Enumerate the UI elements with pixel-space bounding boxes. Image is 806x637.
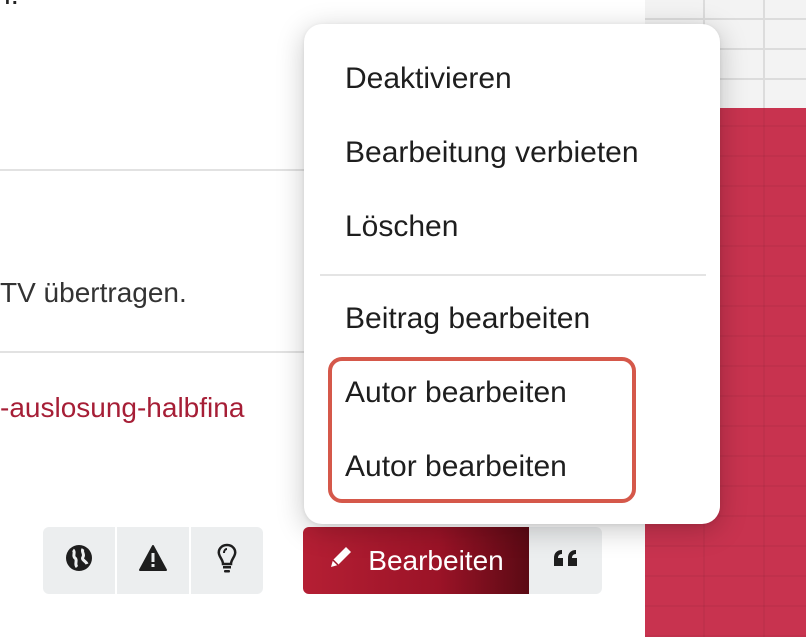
menu-item-deactivate[interactable]: Deaktivieren xyxy=(345,62,512,96)
quote-button[interactable] xyxy=(529,527,602,594)
action-icon-group xyxy=(43,527,263,594)
globe-button[interactable] xyxy=(43,527,117,594)
lightbulb-button[interactable] xyxy=(191,527,263,594)
edit-button[interactable]: Bearbeiten xyxy=(303,527,529,594)
post-link[interactable]: -auslosung-halbfina xyxy=(0,392,302,424)
edit-button-label: Bearbeiten xyxy=(368,544,504,576)
menu-separator xyxy=(320,274,706,276)
lightbulb-icon xyxy=(215,542,239,579)
menu-item-edit-post[interactable]: Beitrag bearbeiten xyxy=(345,302,590,336)
edit-button-group: Bearbeiten xyxy=(303,527,602,594)
warning-icon xyxy=(138,544,168,577)
body-text: TV übertragen. xyxy=(0,277,187,308)
dropdown-menu: Deaktivieren Bearbeitung verbieten Lösch… xyxy=(304,24,720,524)
menu-item-delete[interactable]: Löschen xyxy=(345,210,458,244)
pencil-icon xyxy=(328,544,354,577)
quote-icon xyxy=(552,548,580,573)
menu-item-edit-author[interactable]: Autor bearbeiten xyxy=(345,450,567,484)
menu-item-forbid-editing[interactable]: Bearbeitung verbieten xyxy=(345,136,639,170)
warning-button[interactable] xyxy=(117,527,191,594)
menu-item-edit-author[interactable]: Autor bearbeiten xyxy=(345,376,567,410)
page-text-fragment: n: xyxy=(0,0,19,12)
globe-icon xyxy=(64,543,94,578)
